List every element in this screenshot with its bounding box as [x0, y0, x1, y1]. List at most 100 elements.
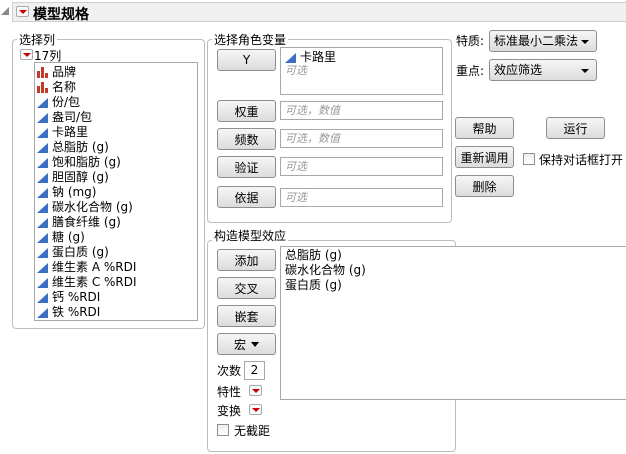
column-item[interactable]: 维生素 C %RDI	[37, 275, 197, 290]
column-label: 盎司/包	[52, 110, 93, 124]
weight-button[interactable]: 权重	[217, 100, 276, 122]
column-label: 总脂肪 (g)	[52, 140, 109, 154]
attributes-menu-icon[interactable]	[249, 385, 262, 396]
continuous-icon	[37, 97, 48, 108]
chevron-down-icon	[251, 341, 259, 347]
effect-item[interactable]: 总脂肪 (g)	[285, 248, 626, 263]
personality-value: 标准最小二乘法	[494, 34, 579, 48]
by-button[interactable]: 依据	[217, 186, 276, 208]
column-label: 碳水化合物 (g)	[52, 200, 133, 214]
transform-menu-icon[interactable]	[249, 404, 262, 415]
macros-label: 宏	[233, 337, 246, 352]
column-item[interactable]: 钠 (mg)	[37, 185, 197, 200]
select-columns-label: 选择列	[17, 31, 58, 48]
column-item[interactable]: 糖 (g)	[37, 230, 197, 245]
column-label: 蛋白质 (g)	[52, 245, 109, 259]
continuous-icon	[37, 142, 48, 153]
recall-button[interactable]: 重新调用	[455, 146, 514, 168]
by-field[interactable]: 可选	[280, 188, 443, 207]
column-item[interactable]: 份/包	[37, 95, 197, 110]
nominal-bar-icon	[37, 67, 48, 78]
column-item[interactable]: 名称	[37, 80, 197, 95]
column-label: 饱和脂肪 (g)	[52, 155, 121, 169]
continuous-icon	[285, 52, 296, 63]
column-item[interactable]: 膳食纤维 (g)	[37, 215, 197, 230]
column-item[interactable]: 品牌	[37, 65, 197, 80]
transform-label: 变换	[217, 404, 242, 418]
freq-button[interactable]: 频数	[217, 128, 276, 150]
add-button[interactable]: 添加	[217, 249, 276, 271]
help-button[interactable]: 帮助	[455, 117, 514, 139]
red-triangle-menu-icon[interactable]	[16, 6, 29, 17]
column-item[interactable]: 钙 %RDI	[37, 290, 197, 305]
column-item[interactable]: 铁 %RDI	[37, 305, 197, 320]
y-role-value: 卡路里	[300, 50, 337, 64]
column-label: 维生素 A %RDI	[52, 260, 137, 274]
column-item[interactable]: 胆固醇 (g)	[37, 170, 197, 185]
chevron-down-icon	[581, 69, 589, 73]
chevron-down-icon	[581, 40, 589, 44]
effects-list[interactable]: 总脂肪 (g) 碳水化合物 (g) 蛋白质 (g)	[280, 246, 626, 400]
remove-button[interactable]: 删除	[455, 175, 514, 197]
nest-button[interactable]: 嵌套	[217, 305, 276, 327]
effect-item[interactable]: 碳水化合物 (g)	[285, 263, 626, 278]
continuous-icon	[37, 292, 48, 303]
nominal-bar-icon	[37, 82, 48, 93]
column-item[interactable]: 饱和脂肪 (g)	[37, 155, 197, 170]
column-item[interactable]: 蛋白质 (g)	[37, 245, 197, 260]
columns-menu-icon[interactable]	[20, 49, 33, 60]
continuous-icon	[37, 127, 48, 138]
continuous-icon	[37, 217, 48, 228]
column-label: 钠 (mg)	[52, 185, 97, 199]
continuous-icon	[37, 112, 48, 123]
column-label: 糖 (g)	[52, 230, 85, 244]
column-label: 品牌	[52, 65, 77, 79]
y-role-item[interactable]: 卡路里	[281, 50, 442, 65]
cross-button[interactable]: 交叉	[217, 277, 276, 299]
weight-field[interactable]: 可选，数值	[280, 101, 443, 120]
macros-button[interactable]: 宏	[217, 333, 276, 355]
column-list[interactable]: 品牌 名称 份/包 盎司/包 卡路里 总脂肪 (g) 饱和脂肪 (g) 胆固醇 (g) 钠 (m…	[34, 62, 198, 321]
continuous-icon	[37, 277, 48, 288]
y-placeholder: 可选	[285, 64, 307, 77]
attributes-label: 特性	[217, 385, 242, 399]
continuous-icon	[37, 247, 48, 258]
no-intercept-label: 无截距	[234, 424, 271, 438]
column-item[interactable]: 碳水化合物 (g)	[37, 200, 197, 215]
column-label: 膳食纤维 (g)	[52, 215, 121, 229]
column-label: 名称	[52, 80, 77, 94]
validation-field[interactable]: 可选	[280, 157, 443, 176]
continuous-icon	[37, 157, 48, 168]
no-intercept-checkbox[interactable]	[217, 424, 229, 436]
column-item[interactable]: 卡路里	[37, 125, 197, 140]
column-item[interactable]: 维生素 A %RDI	[37, 260, 197, 275]
continuous-icon	[37, 187, 48, 198]
emphasis-label: 重点:	[456, 64, 485, 78]
y-role-box[interactable]: 卡路里 可选	[280, 47, 443, 95]
emphasis-value: 效应筛选	[494, 63, 543, 77]
run-button[interactable]: 运行	[546, 117, 605, 139]
continuous-icon	[37, 307, 48, 318]
roles-label: 选择角色变量	[212, 31, 289, 48]
degree-input[interactable]: 2	[244, 361, 265, 380]
keep-open-label: 保持对话框打开	[539, 153, 624, 167]
column-label: 份/包	[52, 95, 81, 109]
y-button[interactable]: Y	[217, 49, 276, 71]
column-item[interactable]: 总脂肪 (g)	[37, 140, 197, 155]
continuous-icon	[37, 232, 48, 243]
column-item[interactable]: 盎司/包	[37, 110, 197, 125]
validation-button[interactable]: 验证	[217, 156, 276, 178]
continuous-icon	[37, 202, 48, 213]
header-bar	[12, 2, 626, 22]
collapse-triangle-icon[interactable]	[1, 7, 9, 15]
keep-open-checkbox[interactable]	[523, 153, 535, 165]
emphasis-dropdown[interactable]: 效应筛选	[489, 59, 597, 81]
column-label: 铁 %RDI	[52, 305, 101, 319]
effect-item[interactable]: 蛋白质 (g)	[285, 278, 626, 293]
column-label: 卡路里	[52, 125, 89, 139]
freq-field[interactable]: 可选，数值	[280, 129, 443, 148]
page-title: 模型规格	[33, 7, 89, 23]
column-label: 钙 %RDI	[52, 290, 101, 304]
personality-dropdown[interactable]: 标准最小二乘法	[489, 30, 597, 52]
effects-label: 构造模型效应	[212, 227, 289, 244]
